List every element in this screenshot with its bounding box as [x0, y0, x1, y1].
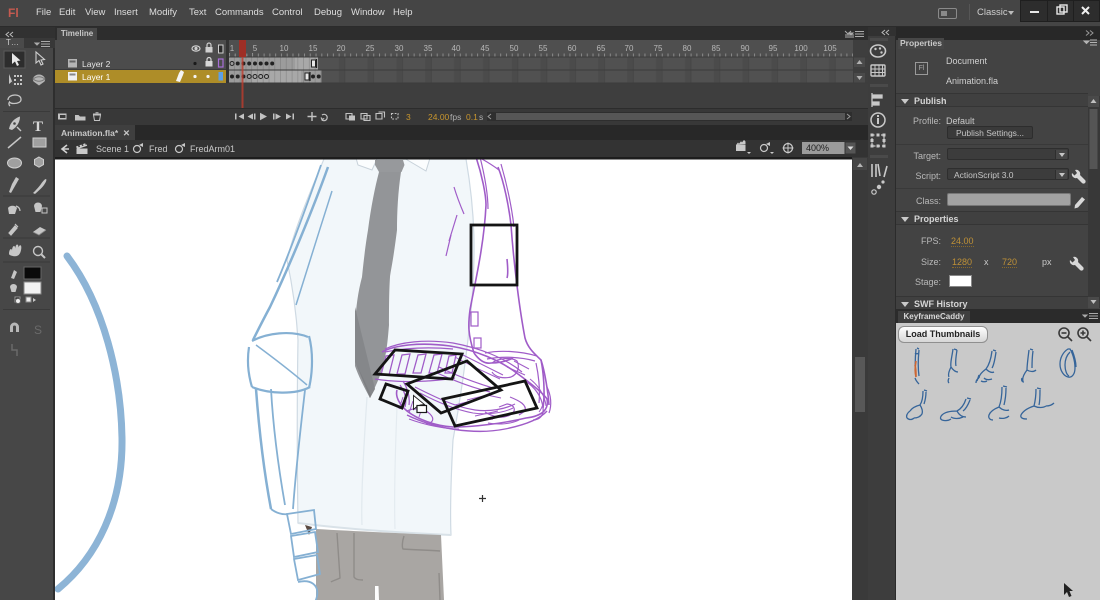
svg-text:400%: 400%	[806, 143, 829, 153]
svg-text:30: 30	[395, 44, 404, 53]
svg-text:55: 55	[539, 44, 548, 53]
svg-text:20: 20	[337, 44, 346, 53]
svg-text:80: 80	[683, 44, 692, 53]
svg-text:90: 90	[741, 44, 750, 53]
svg-text:3: 3	[406, 112, 411, 122]
svg-text:s: s	[479, 112, 483, 122]
svg-text:35: 35	[424, 44, 433, 53]
svg-text:10: 10	[280, 44, 289, 53]
svg-text:0.1: 0.1	[466, 112, 478, 122]
svg-text:60: 60	[568, 44, 577, 53]
svg-text:100: 100	[794, 44, 808, 53]
svg-text:70: 70	[625, 44, 634, 53]
svg-text:45: 45	[481, 44, 490, 53]
svg-text:15: 15	[309, 44, 318, 53]
svg-text:fps: fps	[450, 112, 461, 122]
svg-text:105: 105	[823, 44, 837, 53]
svg-text:5: 5	[253, 44, 258, 53]
svg-text:1: 1	[230, 44, 235, 53]
svg-text:65: 65	[597, 44, 606, 53]
svg-text:75: 75	[654, 44, 663, 53]
svg-text:T: T	[33, 119, 43, 135]
svg-text:50: 50	[510, 44, 519, 53]
svg-text:25: 25	[366, 44, 375, 53]
svg-text:85: 85	[712, 44, 721, 53]
svg-text:S: S	[34, 323, 42, 337]
svg-text:24.00: 24.00	[428, 112, 450, 122]
svg-text:40: 40	[452, 44, 461, 53]
svg-text:95: 95	[769, 44, 778, 53]
